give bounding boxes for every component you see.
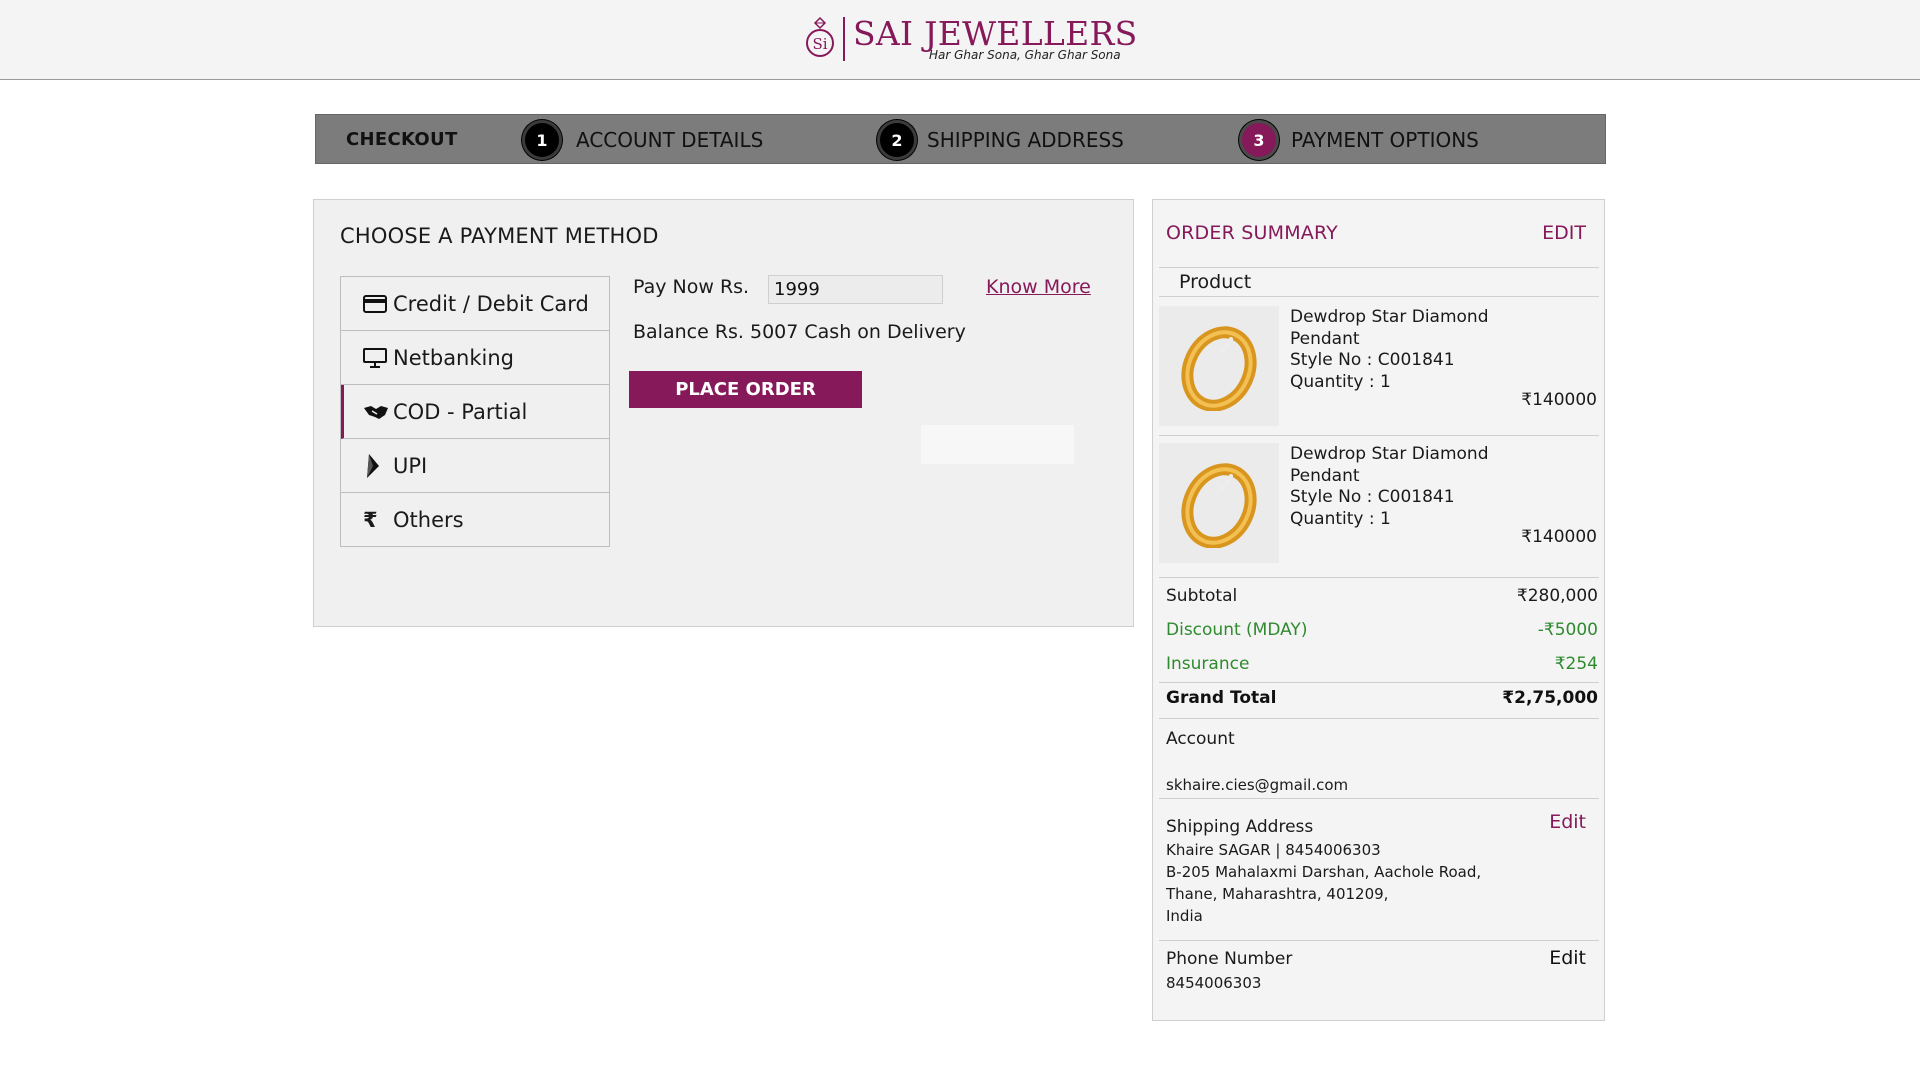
- step-number: 3: [1239, 120, 1279, 160]
- method-credit-debit-card[interactable]: Credit / Debit Card: [341, 277, 609, 331]
- upi-icon: [363, 453, 391, 478]
- method-label: Others: [393, 507, 464, 532]
- order-item: Dewdrop Star Diamond Pendant Style No : …: [1159, 306, 1599, 430]
- order-summary-edit-link[interactable]: EDIT: [1542, 222, 1586, 244]
- place-order-button[interactable]: PLACE ORDER: [629, 371, 862, 408]
- shipping-edit-link[interactable]: Edit: [1549, 811, 1586, 833]
- checkout-title: CHECKOUT: [346, 129, 458, 150]
- discount-value: -₹5000: [1537, 620, 1598, 640]
- product-quantity: Quantity : 1: [1290, 372, 1391, 392]
- brand-tagline: Har Ghar Sona, Ghar Ghar Sona: [929, 48, 1121, 62]
- shipping-address-line: Khaire SAGAR | 8454006303: [1166, 841, 1381, 859]
- svg-text:Si: Si: [812, 35, 827, 53]
- phone-number-value: 8454006303: [1166, 974, 1262, 992]
- phone-number-label: Phone Number: [1166, 949, 1293, 969]
- rupee-icon: ₹: [363, 507, 378, 532]
- product-style-no: Style No : C001841: [1290, 350, 1455, 370]
- payment-methods-list: Credit / Debit Card Netbanking COD - Par…: [340, 276, 610, 547]
- method-cod-partial[interactable]: COD - Partial: [341, 385, 609, 439]
- grand-total-row: Grand Total ₹2,75,000: [1166, 688, 1598, 708]
- payment-title: CHOOSE A PAYMENT METHOD: [340, 224, 659, 248]
- account-label: Account: [1166, 729, 1235, 749]
- pay-now-amount-input[interactable]: [768, 275, 943, 304]
- subtotal-label: Subtotal: [1166, 586, 1238, 606]
- brand-text: SAI JEWELLERS Har Ghar Sona, Ghar Ghar S…: [853, 14, 1137, 64]
- method-label: Netbanking: [393, 345, 515, 370]
- balance-text: Balance Rs. 5007 Cash on Delivery: [633, 321, 966, 343]
- method-others[interactable]: ₹ Others: [341, 493, 609, 547]
- discount-row: Discount (MDAY) -₹5000: [1166, 620, 1598, 640]
- method-upi[interactable]: UPI: [341, 439, 609, 493]
- order-item: Dewdrop Star Diamond Pendant Style No : …: [1159, 443, 1599, 567]
- discount-label: Discount (MDAY): [1166, 620, 1308, 640]
- checkout-steps: CHECKOUT 1 ACCOUNT DETAILS 2 SHIPPING AD…: [315, 114, 1606, 164]
- pay-now-label: Pay Now Rs.: [633, 276, 750, 298]
- step-number: 1: [522, 120, 562, 160]
- product-column-header: Product: [1179, 271, 1252, 293]
- grand-total-value: ₹2,75,000: [1502, 688, 1598, 708]
- step-account-details[interactable]: 1 ACCOUNT DETAILS: [522, 119, 763, 161]
- step-label: ACCOUNT DETAILS: [576, 128, 764, 152]
- order-summary: ORDER SUMMARY EDIT Product Dewdrop Star …: [1152, 199, 1605, 1021]
- handshake-icon: [363, 400, 391, 424]
- payment-panel: CHOOSE A PAYMENT METHOD Credit / Debit C…: [313, 199, 1134, 627]
- product-style-no: Style No : C001841: [1290, 487, 1455, 507]
- method-netbanking[interactable]: Netbanking: [341, 331, 609, 385]
- shipping-address-line: India: [1166, 907, 1203, 925]
- product-image: [1159, 443, 1279, 563]
- product-quantity: Quantity : 1: [1290, 509, 1391, 529]
- divider: [1159, 267, 1599, 268]
- ring-logo-icon: Si: [803, 16, 837, 62]
- shipping-address-line: Thane, Maharashtra, 401209,: [1166, 885, 1389, 903]
- divider: [1159, 940, 1599, 941]
- divider: [1159, 577, 1599, 578]
- grand-total-label: Grand Total: [1166, 688, 1277, 708]
- step-label: PAYMENT OPTIONS: [1291, 128, 1479, 152]
- subtotal-value: ₹280,000: [1516, 586, 1598, 606]
- product-image: [1159, 306, 1279, 426]
- divider: [1159, 682, 1599, 683]
- step-payment-options[interactable]: 3 PAYMENT OPTIONS: [1239, 119, 1479, 161]
- product-price: ₹140000: [1521, 390, 1597, 410]
- insurance-label: Insurance: [1166, 654, 1250, 674]
- insurance-value: ₹254: [1554, 654, 1598, 674]
- divider: [1159, 296, 1599, 297]
- know-more-link[interactable]: Know More: [986, 276, 1091, 298]
- divider: [1159, 718, 1599, 719]
- method-label: UPI: [393, 453, 428, 478]
- brand-logo[interactable]: Si SAI JEWELLERS Har Ghar Sona, Ghar Gha…: [803, 14, 1137, 64]
- order-summary-title: ORDER SUMMARY: [1166, 222, 1338, 244]
- divider: [1159, 798, 1599, 799]
- step-label: SHIPPING ADDRESS: [927, 128, 1124, 152]
- step-number: 2: [877, 120, 917, 160]
- monitor-icon: [363, 346, 391, 370]
- shipping-address-label: Shipping Address: [1166, 817, 1314, 837]
- credit-card-icon: [363, 292, 391, 316]
- divider: [1159, 435, 1599, 436]
- product-price: ₹140000: [1521, 527, 1597, 547]
- method-label: Credit / Debit Card: [393, 291, 589, 316]
- account-email: skhaire.cies@gmail.com: [1166, 776, 1349, 794]
- method-label: COD - Partial: [393, 399, 528, 424]
- phone-edit-link[interactable]: Edit: [1549, 947, 1586, 969]
- site-header: Si SAI JEWELLERS Har Ghar Sona, Ghar Gha…: [0, 0, 1920, 80]
- step-shipping-address[interactable]: 2 SHIPPING ADDRESS: [877, 119, 1124, 161]
- subtotal-row: Subtotal ₹280,000: [1166, 586, 1598, 606]
- product-name: Dewdrop Star Diamond Pendant: [1290, 307, 1489, 349]
- logo-divider: [843, 17, 845, 61]
- insurance-row: Insurance ₹254: [1166, 654, 1598, 674]
- empty-placeholder-box: [921, 425, 1074, 464]
- shipping-address-line: B-205 Mahalaxmi Darshan, Aachole Road,: [1166, 863, 1482, 881]
- product-name: Dewdrop Star Diamond Pendant: [1290, 444, 1489, 486]
